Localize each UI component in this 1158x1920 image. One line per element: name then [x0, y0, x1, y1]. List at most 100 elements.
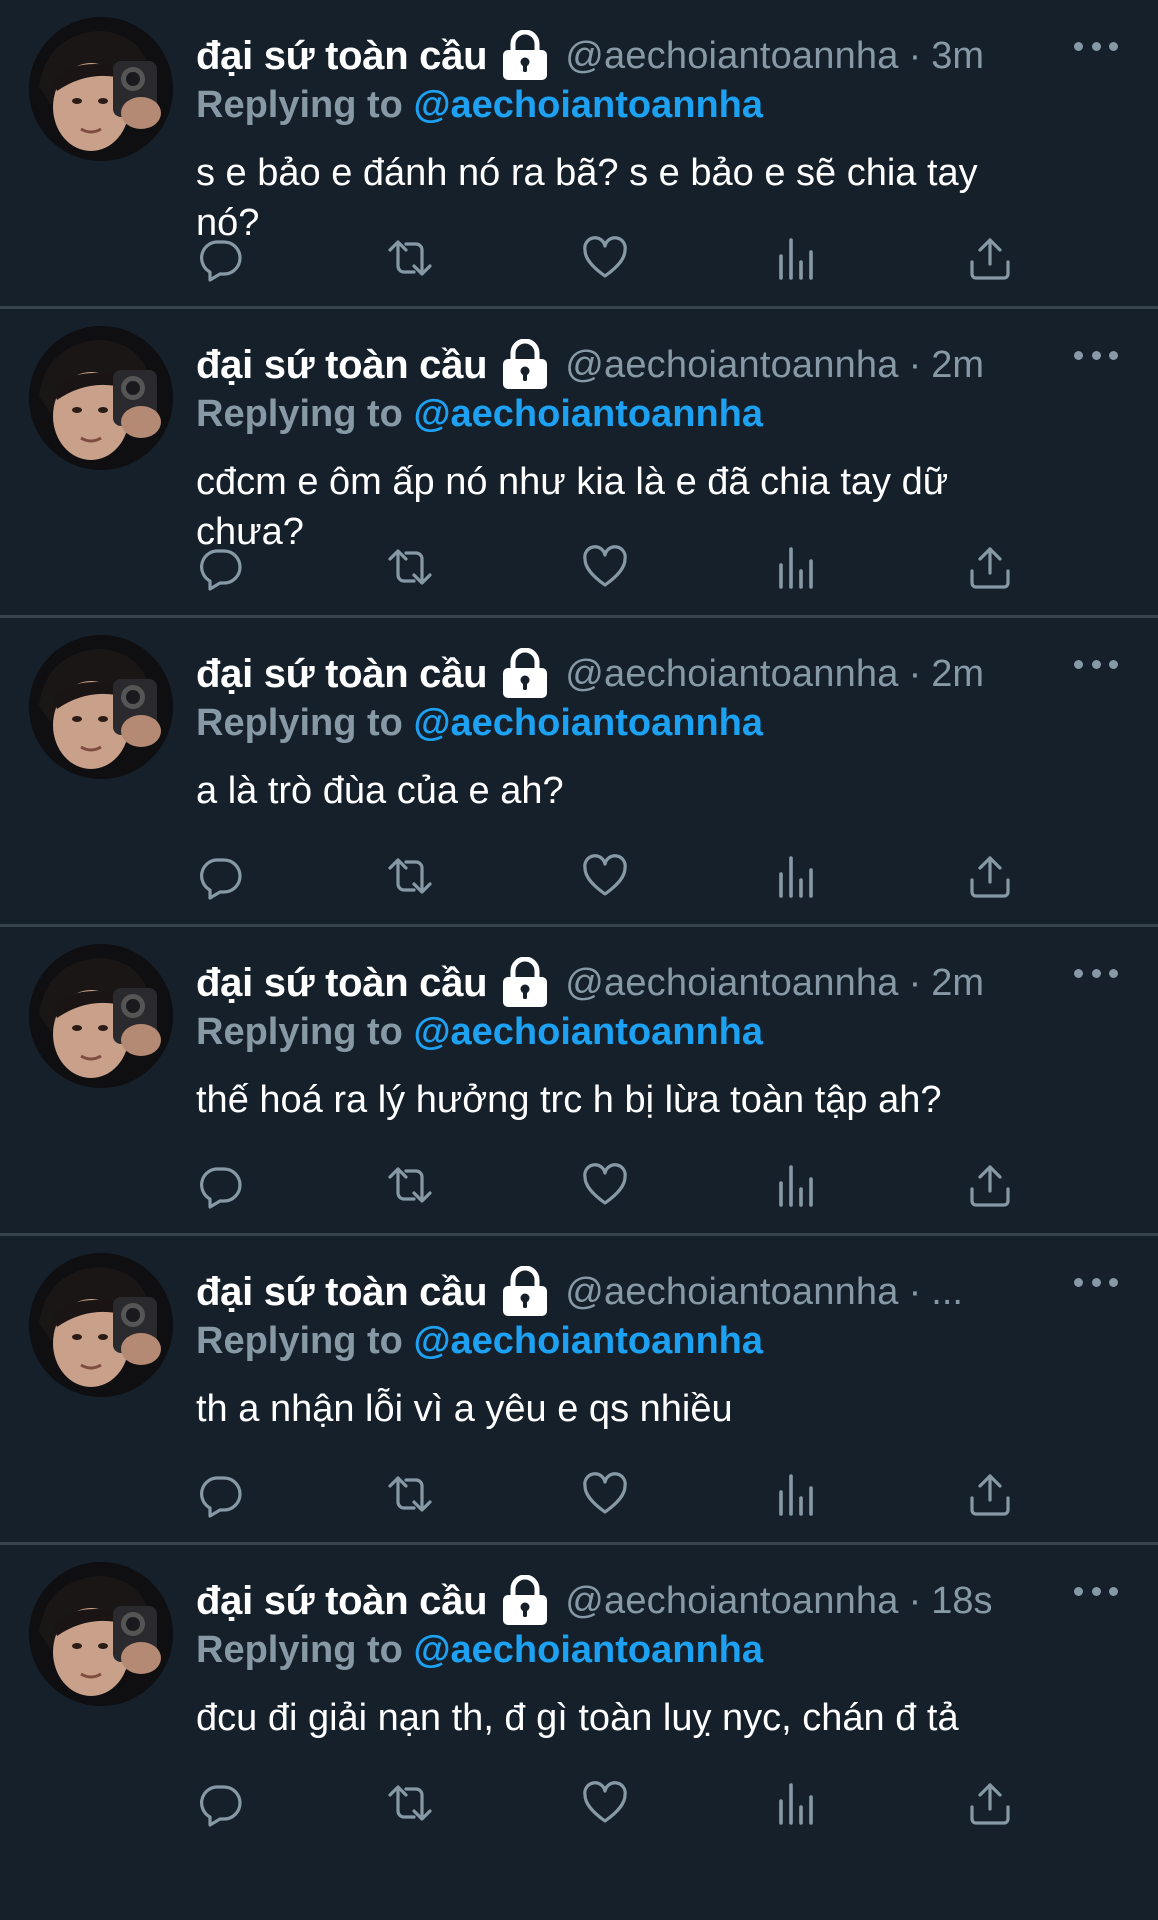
retweet-icon[interactable]	[386, 852, 434, 900]
display-name[interactable]: đại sứ toàn cầu	[196, 34, 488, 79]
tweet-text: thế hoá ra lý hưởng trc h bị lừa toàn tậ…	[196, 1079, 942, 1121]
timestamp[interactable]: 2m	[931, 653, 984, 696]
heart-icon[interactable]	[581, 1161, 629, 1209]
retweet-icon[interactable]	[386, 1470, 434, 1518]
avatar[interactable]	[29, 1562, 173, 1706]
tweet[interactable]: đại sứ toàn cầu @aechoiantoannha · ... R…	[0, 1236, 1158, 1545]
replying-to-link[interactable]: @aechoiantoannha	[413, 702, 763, 744]
replying-to: Replying to @aechoiantoannha	[196, 702, 763, 745]
timestamp[interactable]: 3m	[931, 35, 984, 78]
profile-photo	[29, 1253, 173, 1397]
analytics-icon[interactable]	[772, 543, 820, 591]
share-icon[interactable]	[966, 852, 1014, 900]
timestamp[interactable]: 18s	[931, 1580, 992, 1623]
replying-prefix: Replying to	[196, 702, 403, 744]
tweet-actions	[196, 234, 1026, 282]
share-icon[interactable]	[966, 234, 1014, 282]
heart-icon[interactable]	[581, 1779, 629, 1827]
reply-icon[interactable]	[196, 852, 244, 900]
replying-to-link[interactable]: @aechoiantoannha	[413, 1629, 763, 1671]
separator-dot: ·	[908, 961, 922, 1004]
reply-icon[interactable]	[196, 234, 244, 282]
analytics-icon[interactable]	[772, 852, 820, 900]
replying-prefix: Replying to	[196, 1629, 403, 1671]
reply-icon[interactable]	[196, 1161, 244, 1209]
tweet[interactable]: đại sứ toàn cầu @aechoiantoannha · 3m Re…	[0, 0, 1158, 309]
separator-dot: ·	[908, 343, 922, 386]
analytics-icon[interactable]	[772, 234, 820, 282]
replying-to: Replying to @aechoiantoannha	[196, 1011, 763, 1054]
replying-prefix: Replying to	[196, 393, 403, 435]
replying-to-link[interactable]: @aechoiantoannha	[413, 1011, 763, 1053]
replying-prefix: Replying to	[196, 84, 403, 126]
avatar[interactable]	[29, 326, 173, 470]
avatar[interactable]	[29, 17, 173, 161]
display-name[interactable]: đại sứ toàn cầu	[196, 961, 488, 1006]
retweet-icon[interactable]	[386, 234, 434, 282]
display-name[interactable]: đại sứ toàn cầu	[196, 1270, 488, 1315]
more-icon[interactable]	[1074, 1272, 1118, 1292]
display-name[interactable]: đại sứ toàn cầu	[196, 652, 488, 697]
tweet-text: đcu đi giải nạn th, đ gì toàn luỵ nyc, c…	[196, 1697, 959, 1739]
more-icon[interactable]	[1074, 963, 1118, 983]
tweet-text: th a nhận lỗi vì a yêu e qs nhiều	[196, 1388, 733, 1430]
reply-icon[interactable]	[196, 543, 244, 591]
user-handle[interactable]: @aechoiantoannha	[565, 35, 898, 78]
lock-icon	[499, 1266, 551, 1318]
timestamp[interactable]: 2m	[931, 344, 984, 387]
replying-to-link[interactable]: @aechoiantoannha	[413, 84, 763, 126]
tweet[interactable]: đại sứ toàn cầu @aechoiantoannha · 2m Re…	[0, 618, 1158, 927]
analytics-icon[interactable]	[772, 1161, 820, 1209]
display-name[interactable]: đại sứ toàn cầu	[196, 343, 488, 388]
reply-icon[interactable]	[196, 1470, 244, 1518]
tweet[interactable]: đại sứ toàn cầu @aechoiantoannha · 2m Re…	[0, 309, 1158, 618]
display-name[interactable]: đại sứ toàn cầu	[196, 1579, 488, 1624]
more-icon[interactable]	[1074, 654, 1118, 674]
heart-icon[interactable]	[581, 852, 629, 900]
user-handle[interactable]: @aechoiantoannha	[565, 653, 898, 696]
replying-to-link[interactable]: @aechoiantoannha	[413, 1320, 763, 1362]
profile-photo	[29, 326, 173, 470]
tweet-actions	[196, 852, 1026, 900]
lock-icon	[499, 30, 551, 82]
profile-photo	[29, 944, 173, 1088]
user-handle[interactable]: @aechoiantoannha	[565, 1271, 898, 1314]
user-handle[interactable]: @aechoiantoannha	[565, 344, 898, 387]
more-icon[interactable]	[1074, 1581, 1118, 1601]
retweet-icon[interactable]	[386, 1161, 434, 1209]
retweet-icon[interactable]	[386, 543, 434, 591]
share-icon[interactable]	[966, 1779, 1014, 1827]
heart-icon[interactable]	[581, 1470, 629, 1518]
tweet[interactable]: đại sứ toàn cầu @aechoiantoannha · 18s R…	[0, 1545, 1158, 1851]
replying-prefix: Replying to	[196, 1320, 403, 1362]
share-icon[interactable]	[966, 543, 1014, 591]
user-handle[interactable]: @aechoiantoannha	[565, 1580, 898, 1623]
replying-to-link[interactable]: @aechoiantoannha	[413, 393, 763, 435]
replying-to: Replying to @aechoiantoannha	[196, 393, 763, 436]
tweet-header: đại sứ toàn cầu @aechoiantoannha · 18s	[196, 1575, 1058, 1627]
analytics-icon[interactable]	[772, 1470, 820, 1518]
tweet-text: s e bảo e đánh nó ra bã? s e bảo e sẽ ch…	[196, 152, 978, 244]
user-handle[interactable]: @aechoiantoannha	[565, 962, 898, 1005]
reply-icon[interactable]	[196, 1779, 244, 1827]
separator-dot: ·	[908, 34, 922, 77]
more-icon[interactable]	[1074, 345, 1118, 365]
avatar[interactable]	[29, 944, 173, 1088]
share-icon[interactable]	[966, 1470, 1014, 1518]
heart-icon[interactable]	[581, 234, 629, 282]
lock-icon	[499, 339, 551, 391]
avatar[interactable]	[29, 1253, 173, 1397]
tweet-actions	[196, 1470, 1026, 1518]
heart-icon[interactable]	[581, 543, 629, 591]
share-icon[interactable]	[966, 1161, 1014, 1209]
tweet-header: đại sứ toàn cầu @aechoiantoannha · 2m	[196, 339, 1058, 391]
tweet[interactable]: đại sứ toàn cầu @aechoiantoannha · 2m Re…	[0, 927, 1158, 1236]
avatar[interactable]	[29, 635, 173, 779]
tweet-actions	[196, 543, 1026, 591]
more-icon[interactable]	[1074, 36, 1118, 56]
tweet-text: cđcm e ôm ấp nó như kia là e đã chia tay…	[196, 461, 949, 553]
timestamp[interactable]: 2m	[931, 962, 984, 1005]
timestamp[interactable]: ...	[931, 1271, 963, 1314]
retweet-icon[interactable]	[386, 1779, 434, 1827]
analytics-icon[interactable]	[772, 1779, 820, 1827]
